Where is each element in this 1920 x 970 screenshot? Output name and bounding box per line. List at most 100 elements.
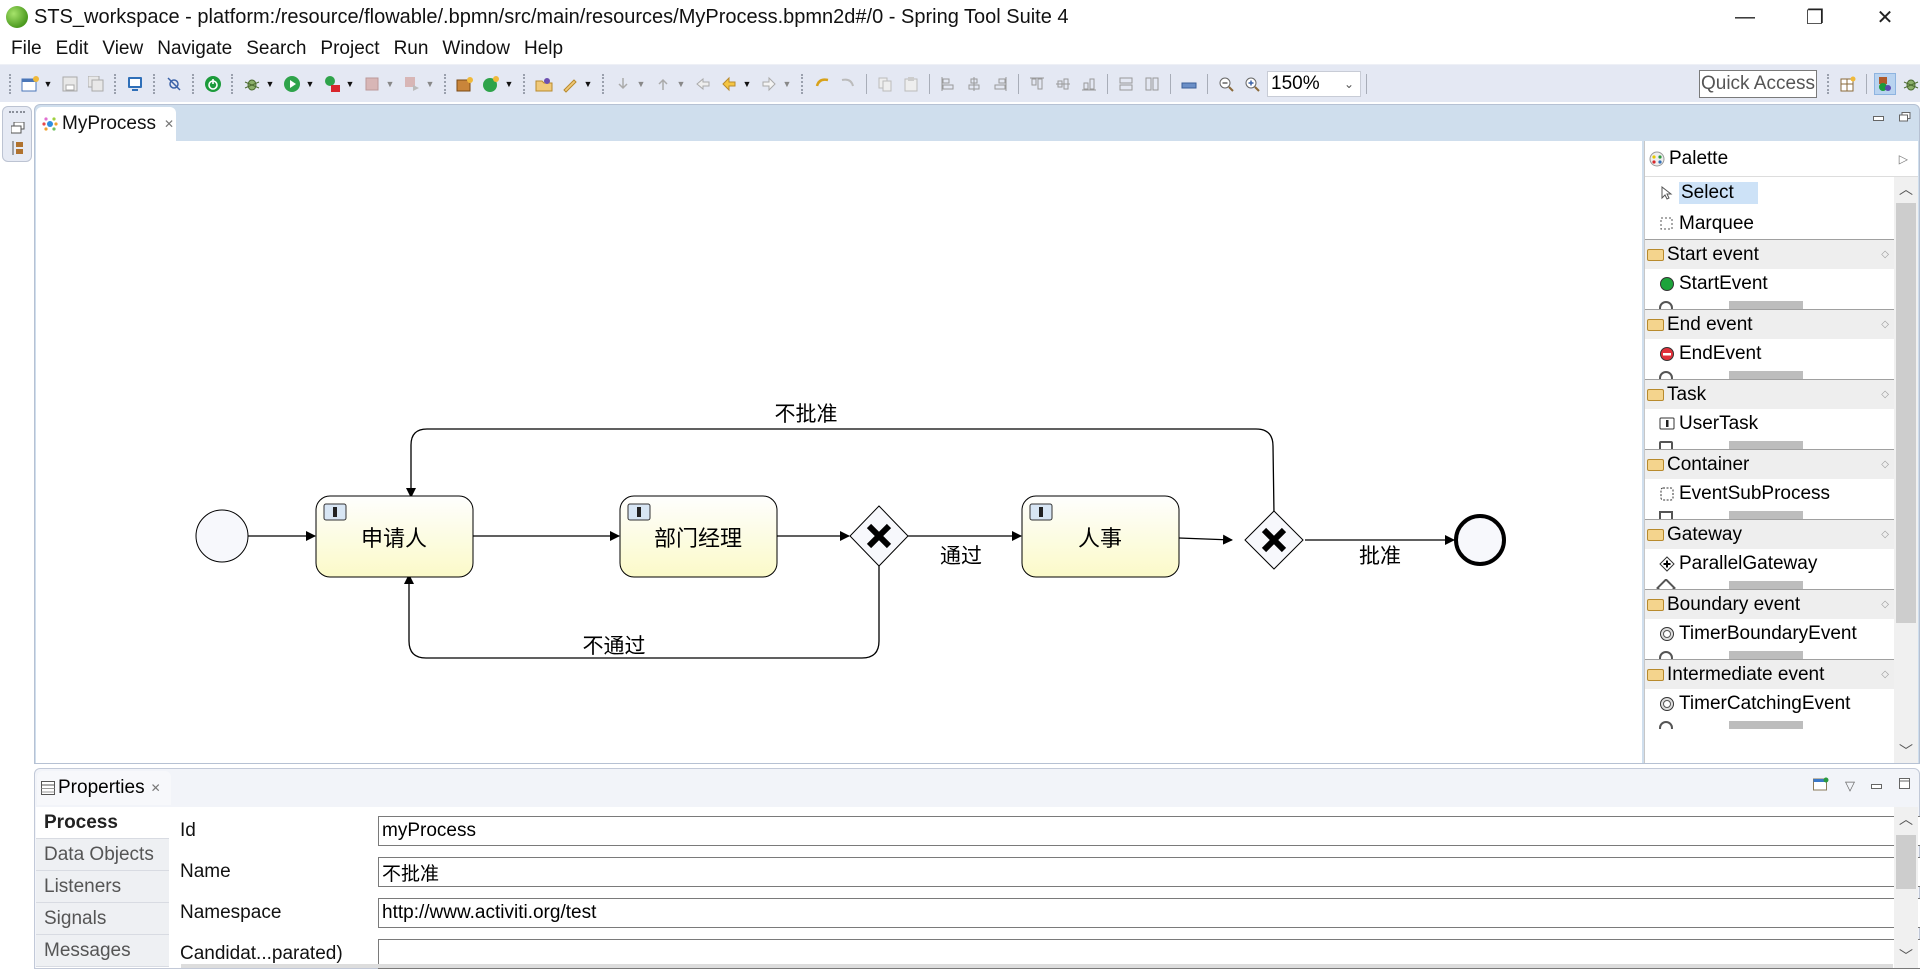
align-bottom-icon[interactable]	[1078, 73, 1100, 95]
name-field[interactable]: 不批准	[378, 857, 1920, 887]
properties-nav-signals[interactable]: Signals	[36, 903, 169, 935]
undo-icon[interactable]	[811, 73, 833, 95]
flow-label-reject-manager[interactable]: 不通过	[583, 634, 646, 658]
save-all-icon[interactable]	[85, 73, 107, 95]
drawer-header[interactable]: Gateway ◇	[1645, 520, 1895, 549]
palette-entry-user-task[interactable]: UserTask	[1645, 409, 1895, 439]
open-type-icon[interactable]	[533, 73, 555, 95]
stop-icon[interactable]	[361, 73, 383, 95]
properties-nav-process[interactable]: Process	[36, 807, 169, 839]
align-left-icon[interactable]	[937, 73, 959, 95]
pin-drawer-icon[interactable]: ◇	[1881, 599, 1889, 610]
drawer-header[interactable]: Task ◇	[1645, 380, 1895, 409]
external-tools-icon[interactable]	[321, 73, 343, 95]
properties-nav-data-objects[interactable]: Data Objects	[36, 839, 169, 871]
scrollbar-thumb[interactable]	[1896, 203, 1916, 623]
properties-scrollbar[interactable]: ︿ ﹀	[1894, 807, 1918, 968]
match-width-icon[interactable]	[1115, 73, 1137, 95]
scroll-up-icon[interactable]: ︿	[1894, 179, 1918, 199]
zoom-level-combo[interactable]: 150% ⌄	[1267, 70, 1361, 97]
toolbar-grip[interactable]	[9, 73, 12, 94]
menu-navigate[interactable]: Navigate	[150, 38, 239, 60]
close-tab-icon[interactable]: ✕	[164, 117, 174, 131]
menu-run[interactable]: Run	[387, 38, 436, 60]
previous-annotation-icon[interactable]	[652, 73, 674, 95]
palette-entry-timer-catching-event[interactable]: TimerCatchingEvent	[1645, 689, 1895, 719]
run-dropdown-icon[interactable]: ▼	[305, 73, 315, 95]
new-spring-project-icon[interactable]	[480, 73, 502, 95]
end-event[interactable]	[1454, 514, 1506, 566]
minimize-view-icon[interactable]	[1871, 778, 1883, 793]
properties-nav-listeners[interactable]: Listeners	[36, 871, 169, 903]
palette-tool-select[interactable]: Select	[1645, 177, 1895, 208]
align-right-icon[interactable]	[989, 73, 1011, 95]
hide-palette-icon[interactable]: ▷	[1899, 152, 1908, 166]
new-java-project-icon[interactable]	[454, 73, 476, 95]
align-top-icon[interactable]	[1026, 73, 1048, 95]
drawer-header[interactable]: Intermediate event ◇	[1645, 660, 1895, 689]
drawer-header[interactable]: End event ◇	[1645, 310, 1895, 339]
close-button[interactable]: ✕	[1850, 0, 1920, 34]
palette-entry-end-event[interactable]: EndEvent	[1645, 339, 1895, 369]
new-spring-dropdown-icon[interactable]: ▼	[504, 73, 514, 95]
scroll-up-icon[interactable]: ︿	[1894, 809, 1918, 829]
align-center-icon[interactable]	[963, 73, 985, 95]
menu-window[interactable]: Window	[435, 38, 517, 60]
save-icon[interactable]	[59, 73, 81, 95]
new-dropdown-icon[interactable]: ▼	[43, 73, 53, 95]
menu-view[interactable]: View	[95, 38, 150, 60]
copy-icon[interactable]	[874, 73, 896, 95]
align-middle-icon[interactable]	[1052, 73, 1074, 95]
debug-dropdown-icon[interactable]: ▼	[265, 73, 275, 95]
palette-entry-start-event[interactable]: StartEvent	[1645, 269, 1895, 299]
perspective-grip[interactable]	[1827, 74, 1830, 94]
skip-breakpoints-icon[interactable]	[163, 73, 185, 95]
menu-file[interactable]: File	[4, 38, 49, 60]
pin-drawer-icon[interactable]: ◇	[1881, 389, 1889, 400]
back-dropdown-icon[interactable]: ▼	[742, 73, 752, 95]
view-menu-icon[interactable]: ▽	[1845, 778, 1855, 794]
stop-dropdown-icon[interactable]: ▼	[385, 73, 395, 95]
palette-scrollbar[interactable]: ︿ ﹀	[1894, 177, 1918, 763]
redo-icon[interactable]	[837, 73, 859, 95]
last-edit-location-icon[interactable]	[692, 73, 714, 95]
pin-drawer-icon[interactable]: ◇	[1881, 459, 1889, 470]
drawer-header[interactable]: Boundary event ◇	[1645, 590, 1895, 619]
properties-tab[interactable]: Properties ✕	[37, 771, 171, 805]
palette-tool-marquee[interactable]: Marquee	[1645, 208, 1895, 239]
search-task-icon[interactable]	[559, 73, 581, 95]
palette-entry-event-subprocess[interactable]: EventSubProcess	[1645, 479, 1895, 509]
start-event[interactable]	[195, 509, 249, 563]
pin-drawer-icon[interactable]: ◇	[1881, 319, 1889, 330]
debug-icon[interactable]	[241, 73, 263, 95]
close-tab-icon[interactable]: ✕	[151, 781, 161, 795]
bpmn-diagram-canvas[interactable]: 申请人 部门经理 人事 不批准 不通过 通过 批准	[36, 141, 1642, 763]
flow-label-approve[interactable]: 批准	[1359, 544, 1401, 568]
menu-help[interactable]: Help	[517, 38, 570, 60]
drawer-header[interactable]: Container ◇	[1645, 450, 1895, 479]
trim-grip[interactable]	[9, 111, 25, 113]
zoom-in-icon[interactable]	[1241, 73, 1263, 95]
restore-views-icon[interactable]	[10, 121, 25, 139]
menu-search[interactable]: Search	[239, 38, 313, 60]
back-icon[interactable]	[718, 73, 740, 95]
drawer-header[interactable]: Start event ◇	[1645, 240, 1895, 269]
scroll-down-icon[interactable]: ﹀	[1894, 946, 1918, 966]
scrollbar-thumb[interactable]	[1896, 835, 1916, 889]
match-height-icon[interactable]	[1141, 73, 1163, 95]
flow-hr-to-gateway2[interactable]	[1178, 534, 1233, 545]
id-field[interactable]: myProcess	[378, 816, 1920, 846]
namespace-field[interactable]: http://www.activiti.org/test	[378, 898, 1920, 928]
menu-project[interactable]: Project	[313, 38, 386, 60]
previous-annotation-dropdown-icon[interactable]: ▼	[676, 73, 686, 95]
maximize-view-icon[interactable]	[1899, 778, 1911, 793]
spring-perspective-icon[interactable]	[1874, 73, 1896, 95]
editor-tab-myprocess[interactable]: MyProcess ✕	[36, 107, 176, 141]
palette-entry-timer-boundary-event[interactable]: TimerBoundaryEvent	[1645, 619, 1895, 649]
pin-drawer-icon[interactable]: ◇	[1881, 249, 1889, 260]
pin-drawer-icon[interactable]: ◇	[1881, 529, 1889, 540]
open-perspective-icon[interactable]	[1837, 73, 1859, 95]
external-tools-dropdown-icon[interactable]: ▼	[345, 73, 355, 95]
restore-button[interactable]: ❐	[1780, 0, 1850, 34]
minimize-button[interactable]: —	[1710, 0, 1780, 34]
